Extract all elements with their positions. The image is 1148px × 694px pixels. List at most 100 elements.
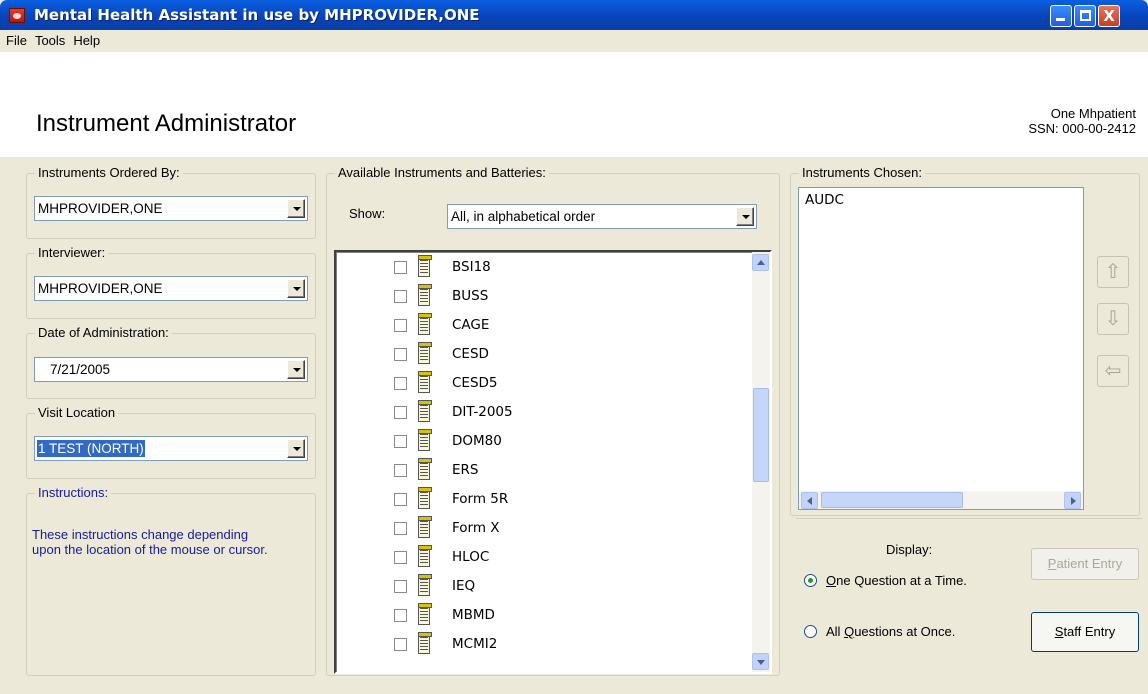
- horizontal-scroll-thumb[interactable]: [821, 492, 963, 508]
- instrument-document-icon: [418, 516, 432, 538]
- patient-ssn: SSN: 000-00-2412: [1028, 121, 1136, 136]
- scroll-up-button[interactable]: [752, 254, 769, 271]
- scroll-right-button[interactable]: [1064, 492, 1081, 509]
- chevron-down-icon[interactable]: [287, 360, 305, 379]
- instrument-document-icon: [418, 574, 432, 596]
- instrument-checkbox[interactable]: [394, 638, 407, 651]
- instrument-checkbox[interactable]: [394, 435, 407, 448]
- close-button[interactable]: X: [1098, 5, 1120, 27]
- remove-button[interactable]: ⇦: [1097, 355, 1129, 387]
- instrument-document-icon: [418, 487, 432, 509]
- instrument-document-icon: [418, 429, 432, 451]
- title-bar[interactable]: Mental Health Assistant in use by MHPROV…: [0, 0, 1148, 30]
- instrument-label: CAGE: [452, 317, 490, 333]
- instrument-label: DOM80: [452, 433, 502, 449]
- left-arrow-icon: ⇦: [1104, 360, 1122, 382]
- instrument-checkbox[interactable]: [394, 261, 407, 274]
- radio-one-question[interactable]: [804, 574, 817, 587]
- instrument-label: Form 5R: [452, 491, 509, 507]
- patient-entry-button[interactable]: Patient Entry: [1031, 548, 1139, 580]
- instrument-checkbox[interactable]: [394, 290, 407, 303]
- available-instruments-list[interactable]: BSI18 BUSS CAGE CESD CESD5 DIT-2005 DOM80 ERS Fo…: [334, 250, 772, 674]
- scroll-thumb[interactable]: [753, 388, 769, 482]
- instrument-label: BUSS: [452, 288, 489, 304]
- instrument-document-icon: [418, 458, 432, 480]
- maximize-icon: [1080, 10, 1091, 21]
- location-value: 1 TEST (NORTH): [37, 440, 145, 457]
- instructions-text: These instructions change depending upon…: [32, 527, 268, 557]
- chosen-item[interactable]: AUDC: [805, 192, 844, 208]
- instrument-document-icon: [418, 632, 432, 654]
- up-arrow-icon: ⇧: [1104, 261, 1122, 283]
- instrument-checkbox[interactable]: [394, 493, 407, 506]
- date-label: Date of Administration:: [35, 325, 172, 340]
- instrument-document-icon: [418, 371, 432, 393]
- instrument-document-icon: [418, 255, 432, 277]
- instrument-document-icon: [418, 284, 432, 306]
- show-select[interactable]: All, in alphabetical order: [447, 204, 757, 229]
- interviewer-value: MHPROVIDER,ONE: [38, 281, 163, 296]
- instrument-label: CESD5: [452, 375, 498, 391]
- interviewer-label: Interviewer:: [35, 245, 109, 260]
- scroll-left-button[interactable]: [801, 492, 818, 509]
- instrument-label: IEQ: [452, 578, 476, 594]
- chevron-down-icon[interactable]: [287, 439, 305, 458]
- instrument-checkbox[interactable]: [394, 377, 407, 390]
- staff-entry-button[interactable]: Staff Entry: [1031, 612, 1139, 652]
- minimize-icon: [1056, 18, 1065, 21]
- header-panel: [0, 52, 1148, 157]
- instrument-label: MCMI2: [452, 636, 498, 652]
- menu-file[interactable]: File: [0, 30, 31, 48]
- location-label: Visit Location: [35, 405, 119, 420]
- instrument-document-icon: [418, 545, 432, 567]
- instrument-checkbox[interactable]: [394, 522, 407, 535]
- chevron-down-icon[interactable]: [287, 279, 305, 298]
- show-label: Show:: [349, 206, 386, 221]
- instrument-checkbox[interactable]: [394, 348, 407, 361]
- menu-help[interactable]: Help: [69, 30, 104, 48]
- maximize-button[interactable]: [1074, 5, 1096, 27]
- horizontal-scrollbar[interactable]: [799, 491, 1083, 509]
- instrument-label: Form X: [452, 520, 500, 536]
- instrument-label: MBMD: [452, 607, 495, 623]
- patient-info: One Mhpatient SSN: 000-00-2412: [1028, 106, 1136, 136]
- menu-tools[interactable]: Tools: [31, 30, 69, 48]
- instrument-label: DIT-2005: [452, 404, 513, 420]
- instrument-checkbox[interactable]: [394, 406, 407, 419]
- chosen-instruments-list[interactable]: AUDC: [798, 187, 1084, 510]
- interviewer-select[interactable]: MHPROVIDER,ONE: [34, 276, 308, 301]
- location-select[interactable]: 1 TEST (NORTH): [34, 436, 308, 461]
- instrument-document-icon: [418, 400, 432, 422]
- radio-all-questions[interactable]: [804, 625, 817, 638]
- chevron-down-icon[interactable]: [287, 199, 305, 218]
- display-label: Display:: [886, 542, 933, 557]
- display-group: [796, 518, 1142, 676]
- instrument-label: HLOC: [452, 549, 490, 565]
- instrument-checkbox[interactable]: [394, 464, 407, 477]
- one-question-label[interactable]: One Question at a Time.: [826, 573, 967, 588]
- instrument-checkbox[interactable]: [394, 580, 407, 593]
- instrument-checkbox[interactable]: [394, 551, 407, 564]
- chevron-down-icon[interactable]: [736, 207, 754, 226]
- minimize-button[interactable]: [1050, 5, 1072, 27]
- ordered-by-value: MHPROVIDER,ONE: [38, 201, 163, 216]
- all-questions-label[interactable]: All Questions at Once.: [826, 624, 955, 639]
- show-value: All, in alphabetical order: [451, 209, 596, 224]
- instrument-document-icon: [418, 603, 432, 625]
- move-down-button[interactable]: ⇩: [1097, 303, 1129, 335]
- ordered-by-label: Instruments Ordered By:: [35, 165, 183, 180]
- scroll-down-button[interactable]: [752, 653, 769, 670]
- instrument-label: BSI18: [452, 259, 491, 275]
- move-up-button[interactable]: ⇧: [1097, 256, 1129, 288]
- window-title: Mental Health Assistant in use by MHPROV…: [34, 6, 480, 24]
- menu-bar: File Tools Help: [0, 30, 1148, 52]
- date-picker[interactable]: 7/21/2005: [34, 357, 308, 382]
- instructions-group: Instructions:: [26, 485, 316, 676]
- patient-name: One Mhpatient: [1050, 106, 1136, 121]
- vertical-scrollbar[interactable]: [752, 252, 770, 672]
- instrument-checkbox[interactable]: [394, 609, 407, 622]
- instrument-checkbox[interactable]: [394, 319, 407, 332]
- close-icon: X: [1103, 7, 1115, 25]
- instructions-label: Instructions:: [35, 485, 112, 500]
- ordered-by-select[interactable]: MHPROVIDER,ONE: [34, 196, 308, 221]
